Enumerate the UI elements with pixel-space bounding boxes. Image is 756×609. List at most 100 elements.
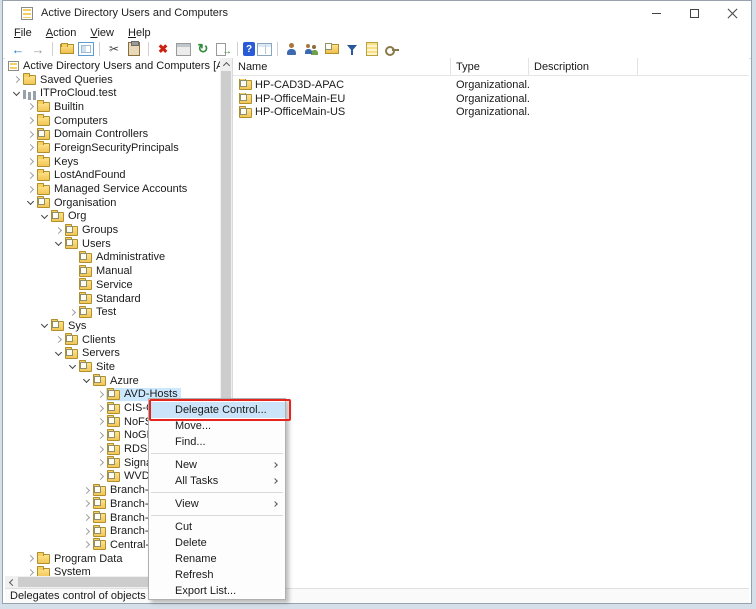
scroll-up-arrow-icon[interactable] — [220, 58, 232, 70]
expander-chevron-icon[interactable] — [39, 319, 50, 333]
tree-item[interactable]: Domain Controllers — [25, 127, 221, 141]
expander-chevron-icon[interactable] — [39, 210, 50, 224]
help-button[interactable] — [243, 42, 255, 56]
menu-item-export-list[interactable]: Export List... — [149, 583, 285, 599]
tree-item[interactable]: Sys — [39, 319, 221, 333]
tree-item[interactable]: Active Directory Users and Computers [AD… — [7, 59, 221, 73]
menu-item-cut[interactable]: Cut — [149, 519, 285, 535]
tree-item[interactable]: Computers — [25, 114, 221, 128]
tree-item[interactable]: Administrative — [67, 251, 221, 265]
tree-item[interactable]: Clients — [53, 333, 221, 347]
column-header[interactable]: Description — [529, 58, 638, 75]
expander-chevron-icon[interactable] — [25, 127, 36, 141]
expander-chevron-icon[interactable] — [81, 524, 92, 538]
tree-item[interactable]: Standard — [67, 292, 221, 306]
minimize-button[interactable] — [637, 1, 675, 25]
expander-chevron-icon[interactable] — [25, 114, 36, 128]
up-one-level-button[interactable] — [58, 41, 76, 57]
tree-item[interactable]: Organisation — [25, 196, 221, 210]
expander-chevron-icon[interactable] — [11, 86, 22, 100]
cut-button[interactable] — [105, 41, 123, 57]
menu-item-refresh[interactable]: Refresh — [149, 567, 285, 583]
expander-chevron-icon[interactable] — [67, 305, 78, 319]
ou-folder-icon — [65, 349, 78, 359]
column-header[interactable]: Type — [451, 58, 529, 75]
new-user-button[interactable] — [283, 41, 301, 57]
expander-chevron-icon[interactable] — [81, 483, 92, 497]
paste-button[interactable] — [125, 41, 143, 57]
tree-item[interactable]: LostAndFound — [25, 169, 221, 183]
expander-chevron-icon[interactable] — [53, 346, 64, 360]
export-list-button[interactable] — [214, 41, 232, 57]
new-group-button[interactable] — [303, 41, 321, 57]
tree-item[interactable]: ForeignSecurityPrincipals — [25, 141, 221, 155]
tree-item[interactable]: Servers — [53, 346, 221, 360]
expander-chevron-icon[interactable] — [11, 73, 22, 87]
tree-item[interactable]: Saved Queries — [11, 73, 221, 87]
expander-chevron-icon[interactable] — [81, 538, 92, 552]
expander-chevron-icon[interactable] — [53, 333, 64, 347]
menu-file[interactable]: File — [7, 27, 39, 39]
tree-item[interactable]: Service — [67, 278, 221, 292]
expander-chevron-icon[interactable] — [95, 456, 106, 470]
tree-item[interactable]: Keys — [25, 155, 221, 169]
column-header[interactable] — [638, 58, 749, 75]
expander-chevron-icon[interactable] — [81, 511, 92, 525]
menu-item-view[interactable]: View — [149, 496, 285, 512]
tree-item[interactable]: Users — [53, 237, 221, 251]
view-table-button[interactable] — [257, 43, 272, 56]
expander-chevron-icon[interactable] — [53, 237, 64, 251]
expander-chevron-icon[interactable] — [67, 360, 78, 374]
expander-chevron-icon[interactable] — [95, 470, 106, 484]
expander-chevron-icon[interactable] — [95, 442, 106, 456]
set-password-button[interactable] — [383, 41, 401, 57]
menu-item-delete[interactable]: Delete — [149, 535, 285, 551]
new-ou-button[interactable] — [323, 41, 341, 57]
column-header[interactable]: Name — [233, 58, 451, 75]
expander-chevron-icon[interactable] — [25, 169, 36, 183]
tree-item[interactable]: Org — [39, 210, 221, 224]
menu-item-rename[interactable]: Rename — [149, 551, 285, 567]
menu-item-new[interactable]: New — [149, 457, 285, 473]
show-console-tree-toggle[interactable] — [78, 42, 94, 56]
expander-chevron-icon[interactable] — [25, 155, 36, 169]
scroll-left-arrow-icon[interactable] — [5, 576, 17, 588]
close-button[interactable] — [713, 1, 751, 25]
expander-chevron-icon[interactable] — [53, 223, 64, 237]
properties-button[interactable] — [174, 41, 192, 57]
expander-chevron-icon[interactable] — [95, 429, 106, 443]
tree-item[interactable]: Manual — [67, 264, 221, 278]
expander-chevron-icon[interactable] — [81, 374, 92, 388]
expander-chevron-icon[interactable] — [95, 415, 106, 429]
forward-button[interactable] — [29, 41, 47, 57]
tree-item[interactable]: ITProCloud.test — [11, 86, 221, 100]
expander-chevron-icon[interactable] — [25, 552, 36, 566]
refresh-button[interactable] — [194, 41, 212, 57]
list-item[interactable]: HP-OfficeMain-EU Organizational... — [233, 92, 749, 106]
list-item[interactable]: HP-OfficeMain-US Organizational... — [233, 105, 749, 119]
menu-item-find[interactable]: Find... — [149, 434, 285, 450]
tree-item[interactable]: Test — [67, 305, 221, 319]
expander-chevron-icon[interactable] — [25, 196, 36, 210]
tree-item[interactable]: Managed Service Accounts — [25, 182, 221, 196]
tree-item[interactable]: Groups — [53, 223, 221, 237]
expander-chevron-icon[interactable] — [95, 401, 106, 415]
expander-chevron-icon[interactable] — [25, 100, 36, 114]
menu-view[interactable]: View — [83, 27, 121, 39]
tree-item[interactable]: Site — [67, 360, 221, 374]
expander-chevron-icon[interactable] — [81, 497, 92, 511]
maximize-button[interactable] — [675, 1, 713, 25]
expander-chevron-icon[interactable] — [95, 388, 106, 402]
tree-item[interactable]: Builtin — [25, 100, 221, 114]
delete-button[interactable] — [154, 41, 172, 57]
expander-chevron-icon[interactable] — [25, 141, 36, 155]
policy-page-button[interactable] — [363, 41, 381, 57]
expander-chevron-icon[interactable] — [25, 182, 36, 196]
back-button[interactable] — [9, 41, 27, 57]
menu-action[interactable]: Action — [39, 27, 84, 39]
tree-item[interactable]: Azure — [81, 374, 221, 388]
filter-button[interactable] — [343, 41, 361, 57]
menu-item-all-tasks[interactable]: All Tasks — [149, 473, 285, 489]
menu-help[interactable]: Help — [121, 27, 158, 39]
list-item[interactable]: HP-CAD3D-APAC Organizational... — [233, 78, 749, 92]
